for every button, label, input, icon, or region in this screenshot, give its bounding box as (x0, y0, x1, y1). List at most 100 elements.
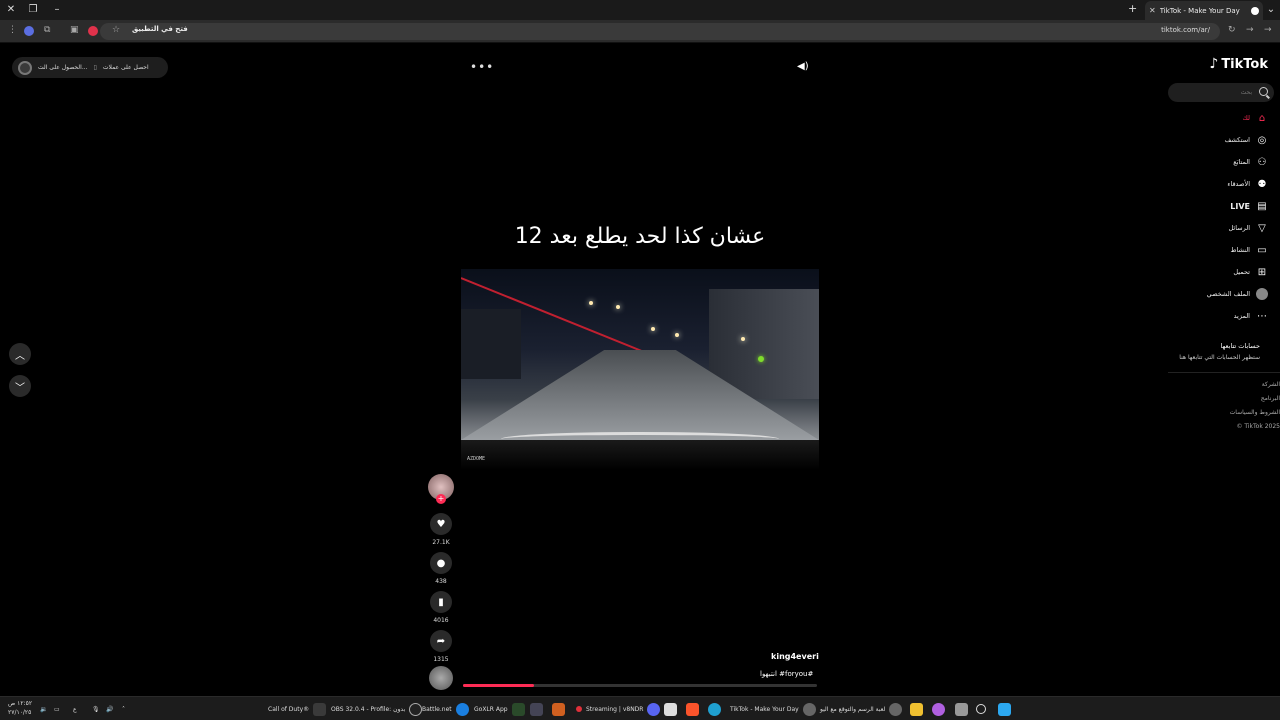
sidebar-item-messages[interactable]: الرسائل ▽ (1168, 217, 1280, 239)
sidebar-item-for-you[interactable]: لك ⌂ (1168, 107, 1280, 129)
tiktok-logo[interactable]: ♪ TikTok (1209, 56, 1268, 72)
restore-window-icon[interactable]: ❐ (26, 3, 40, 17)
video-hashtags[interactable]: #foryou# انتبهوا (760, 670, 813, 678)
video-progress-bar[interactable] (463, 684, 817, 687)
url-text[interactable]: tiktok.com/ar/ (1161, 26, 1210, 34)
sidebar-item-upload[interactable]: تحميل ⊞ (1168, 261, 1280, 283)
scene-car-hood (461, 440, 819, 470)
tab-list-icon[interactable]: ⌄ (1264, 3, 1278, 17)
share-button[interactable]: ➦ 1315 (430, 630, 452, 663)
keyboard-language-icon[interactable]: ع (73, 697, 77, 720)
start-button[interactable] (998, 697, 1011, 720)
sidebar-item-friends[interactable]: الأصدقاء ⚉ (1168, 173, 1280, 195)
following-icon: ⚇ (1257, 156, 1267, 168)
search-box[interactable] (1168, 83, 1274, 102)
comment-button[interactable]: ● 438 (430, 552, 452, 585)
video-progress-fill (463, 684, 534, 687)
brave-icon (686, 702, 699, 716)
sidebar-item-explore[interactable]: استكشف ◎ (1168, 129, 1280, 151)
scene-streetlight (675, 333, 679, 337)
brave-app-icon[interactable] (686, 697, 699, 720)
taskbar-item-label: لعبة الرسم والتوقع مع اليو (820, 705, 886, 713)
omnibox[interactable]: ☆ فتح في التطبيق tiktok.com/ar/ (100, 23, 1220, 40)
edge-app-icon[interactable] (708, 697, 721, 720)
sidebar-item-label: المزيد (1233, 312, 1250, 320)
copilot-app-icon[interactable] (932, 697, 945, 720)
taskbar-obs[interactable]: OBS 32.0.4 - Profile: بدون (331, 697, 423, 720)
video-caption: عشان كذا لحد يطلع بعد 12 (514, 224, 766, 249)
search-icon[interactable] (1259, 87, 1268, 96)
extension-icon[interactable] (24, 26, 34, 36)
scene-streetlight (651, 327, 655, 331)
footer-link-terms[interactable]: الشروط والسياسات (1230, 406, 1280, 420)
calendar-app-icon[interactable] (664, 697, 677, 720)
tray-overflow-icon[interactable]: ˄ (122, 697, 125, 720)
get-coins-link[interactable]: احصل على عملات (103, 64, 149, 71)
taskbar-battlenet[interactable]: Battle.net (422, 697, 469, 720)
following-title: حسابات تتابعها (1220, 342, 1260, 350)
footer-copyright: © TikTok 2025 (1236, 423, 1280, 430)
sidebar-item-live[interactable]: LIVE ▤ (1168, 195, 1280, 217)
bookmark-star-icon[interactable]: ☆ (112, 25, 120, 35)
follow-plus-icon[interactable]: + (436, 494, 446, 504)
sound-icon[interactable]: ◀) (797, 61, 809, 72)
sidebar-item-profile[interactable]: الملف الشخصي (1168, 283, 1280, 305)
browser-menu-icon[interactable]: ⋮ (8, 25, 17, 35)
clock-date: ٢٧/١٠/٢٥ (8, 709, 32, 716)
extensions-icon[interactable]: ▣ (70, 25, 79, 35)
tab-tiktok[interactable]: ✕ TikTok - Make Your Day (1145, 1, 1263, 20)
speaker-tray-icon[interactable]: 🔉 (40, 697, 47, 720)
footer-link-program[interactable]: البرنامج (1230, 392, 1280, 406)
goxlr-icon (511, 702, 525, 716)
sidebar-item-following[interactable]: المتابَع ⚇ (1168, 151, 1280, 173)
volume-tray-icon[interactable]: 🔊 (106, 697, 113, 720)
task-view-app-icon[interactable] (955, 697, 968, 720)
previous-video-button[interactable]: ︿ (9, 343, 31, 365)
app-icon[interactable] (530, 697, 543, 720)
sidebar-item-activity[interactable]: النشاط ▭ (1168, 239, 1280, 261)
sidebar-item-label: المتابَع (1233, 158, 1250, 166)
network-tray-icon[interactable]: ▭ (54, 697, 60, 720)
comment-count: 438 (435, 578, 447, 585)
author-name[interactable]: king4everi (771, 652, 819, 661)
tiktok-note-icon: ♪ (1209, 56, 1219, 72)
taskbar-tiktok[interactable]: TikTok - Make Your Day (730, 697, 816, 720)
tab-close-icon[interactable]: ✕ (1149, 6, 1156, 15)
generic-app-icon (530, 702, 543, 716)
new-tab-button[interactable]: + (1128, 2, 1137, 15)
more-options-icon[interactable]: ••• (470, 60, 494, 74)
clock[interactable]: ١٢:٥٢ ص ٢٧/١٠/٢٥ (8, 699, 32, 717)
taskbar-streaming[interactable]: Streaming | v8NDR (576, 697, 661, 720)
mic-tray-icon[interactable]: 🎙 (92, 697, 100, 720)
minimize-window-icon[interactable]: – (50, 3, 64, 17)
next-video-button[interactable]: ﹀ (9, 375, 31, 397)
obs-icon (409, 702, 423, 716)
taskbar-call-of-duty[interactable]: Call of Duty® (268, 697, 327, 720)
copilot-icon (932, 702, 945, 716)
search-taskbar-button[interactable] (976, 697, 986, 720)
close-window-icon[interactable]: ✕ (4, 3, 18, 17)
forward-icon[interactable]: → (1246, 25, 1254, 35)
record-extension-icon[interactable] (88, 26, 98, 36)
tiktok-favicon-icon (1251, 6, 1259, 15)
save-button[interactable]: ▮ 4016 (430, 591, 452, 624)
file-explorer-app-icon[interactable] (910, 697, 923, 720)
more-icon: ⋯ (1257, 310, 1267, 322)
sidebar-item-more[interactable]: المزيد ⋯ (1168, 305, 1280, 327)
like-button[interactable]: ♥ 27.1K (430, 513, 452, 546)
get-app-link[interactable]: الحصول على الت... (38, 64, 88, 71)
back-icon[interactable]: → (1264, 25, 1272, 35)
video-player[interactable]: AZDOME (461, 269, 819, 470)
taskbar-drawing-game[interactable]: لعبة الرسم والتوقع مع اليو (820, 697, 903, 720)
footer-link-company[interactable]: الشركة (1230, 378, 1280, 392)
search-input[interactable] (1174, 86, 1252, 99)
extension-puzzle-icon[interactable]: ⧉ (44, 25, 50, 35)
app-icon[interactable] (552, 697, 565, 720)
taskbar-goxlr[interactable]: GoXLR App (474, 697, 525, 720)
sidebar-item-label: الملف الشخصي (1206, 290, 1250, 298)
open-in-app-button[interactable]: فتح في التطبيق (132, 25, 188, 33)
reload-icon[interactable]: ↻ (1228, 25, 1236, 35)
music-disc-icon[interactable] (429, 666, 453, 690)
save-count: 4016 (433, 617, 449, 624)
sidebar-item-label: النشاط (1230, 246, 1250, 254)
